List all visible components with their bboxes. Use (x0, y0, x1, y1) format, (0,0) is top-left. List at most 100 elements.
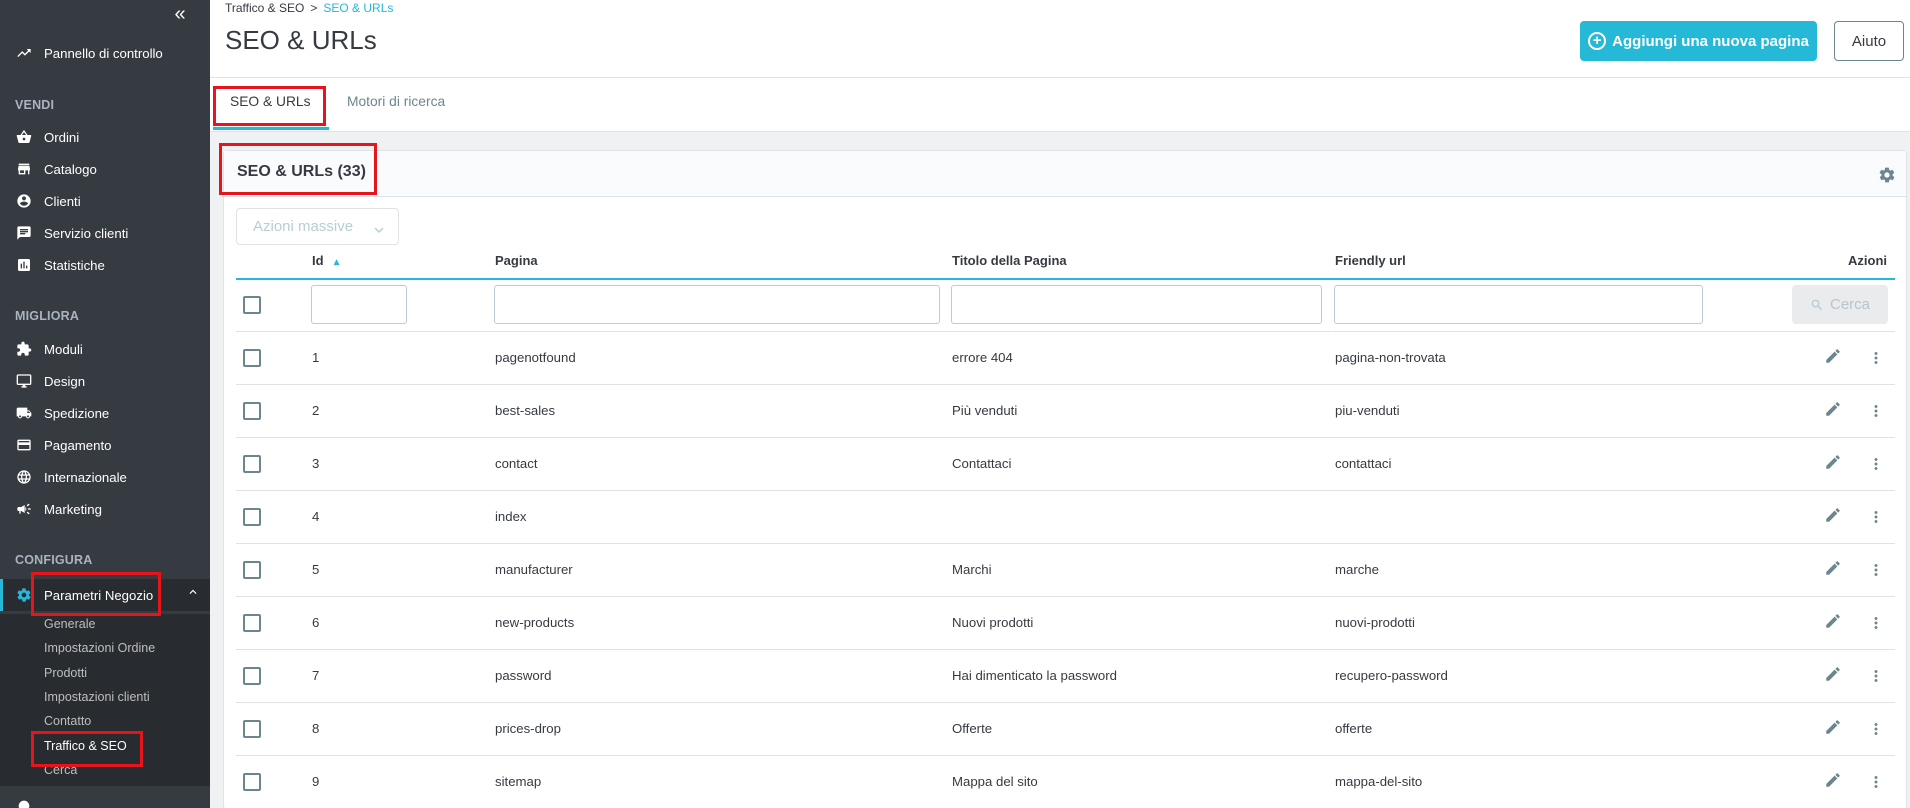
sidebar-item-orders[interactable]: Ordini (0, 123, 210, 151)
sidebar-item-design[interactable]: Design (0, 367, 210, 395)
breadcrumb-parent[interactable]: Traffico & SEO (225, 1, 304, 15)
sidebar-item-advanced[interactable] (0, 796, 210, 808)
select-all-checkbox[interactable] (243, 296, 261, 314)
monitor-icon (15, 372, 33, 390)
submenu-item-contact[interactable]: Contatto (44, 714, 91, 728)
add-page-button-label: Aggiungi una nuova pagina (1612, 32, 1809, 50)
cell-page: sitemap (495, 774, 542, 789)
filter-id-input[interactable] (311, 285, 407, 324)
sort-asc-icon[interactable]: ▲ (332, 257, 342, 268)
submenu-item-search[interactable]: Cerca (44, 763, 77, 777)
more-actions-icon[interactable] (1867, 561, 1885, 579)
cell-friendly-url: pagina-non-trovata (1335, 350, 1446, 365)
cell-page-title: Nuovi prodotti (952, 615, 1034, 630)
more-actions-icon[interactable] (1867, 773, 1885, 791)
column-header-title[interactable]: Titolo della Pagina (952, 253, 1067, 268)
section-improve: MIGLIORA (15, 309, 80, 323)
cell-id: 4 (312, 509, 320, 524)
table-row: 2 best-sales Più venduti piu-venduti (236, 384, 1895, 437)
edit-pencil-icon[interactable] (1824, 400, 1842, 418)
row-checkbox[interactable] (243, 667, 261, 685)
row-checkbox[interactable] (243, 720, 261, 738)
row-checkbox[interactable] (243, 773, 261, 791)
edit-pencil-icon[interactable] (1824, 559, 1842, 577)
grid-settings-gear-icon[interactable] (1878, 166, 1896, 184)
table-row: 4 index (236, 490, 1895, 543)
sidebar-item-customer-service[interactable]: Servizio clienti (0, 219, 210, 247)
chevron-down-icon (374, 222, 384, 233)
search-button[interactable]: Cerca (1792, 285, 1888, 324)
column-header-id[interactable]: Id ▲ (312, 253, 341, 268)
submenu-item-order-settings[interactable]: Impostazioni Ordine (44, 641, 155, 655)
sidebar-item-shop-parameters[interactable]: Parametri Negozio (0, 579, 210, 611)
sidebar-item-label: Parametri Negozio (44, 587, 154, 603)
edit-pencil-icon[interactable] (1824, 612, 1842, 630)
sidebar-item-stats[interactable]: Statistiche (0, 251, 210, 279)
submenu-item-customer-settings[interactable]: Impostazioni clienti (44, 690, 150, 704)
sidebar-item-catalog[interactable]: Catalogo (0, 155, 210, 183)
row-checkbox[interactable] (243, 561, 261, 579)
row-checkbox[interactable] (243, 402, 261, 420)
submenu-item-general[interactable]: Generale (44, 617, 95, 631)
sidebar-item-payment[interactable]: Pagamento (0, 431, 210, 459)
row-checkbox[interactable] (243, 614, 261, 632)
add-page-button[interactable]: + Aggiungi una nuova pagina (1580, 21, 1817, 61)
edit-pencil-icon[interactable] (1824, 718, 1842, 736)
table-row: 5 manufacturer Marchi marche (236, 543, 1895, 596)
column-header-actions: Azioni (1848, 253, 1887, 268)
column-header-friendly-url[interactable]: Friendly url (1335, 253, 1406, 268)
more-actions-icon[interactable] (1867, 349, 1885, 367)
cell-id: 1 (312, 350, 320, 365)
breadcrumb-current[interactable]: SEO & URLs (323, 1, 393, 15)
help-button[interactable]: Aiuto (1834, 21, 1904, 61)
bulk-actions-label: Azioni massive (253, 218, 354, 235)
edit-pencil-icon[interactable] (1824, 665, 1842, 683)
submenu-item-products[interactable]: Prodotti (44, 666, 87, 680)
edit-pencil-icon[interactable] (1824, 771, 1842, 789)
grid-title: SEO & URLs (33) (237, 163, 366, 180)
collapse-sidebar-icon[interactable]: « (168, 4, 192, 26)
tab-seo-urls[interactable]: SEO & URLs (230, 94, 311, 109)
more-actions-icon[interactable] (1867, 667, 1885, 685)
cell-friendly-url: marche (1335, 562, 1379, 577)
filter-page-input[interactable] (494, 285, 940, 324)
more-actions-icon[interactable] (1867, 614, 1885, 632)
cell-friendly-url: recupero-password (1335, 668, 1448, 683)
sidebar-item-international[interactable]: Internazionale (0, 463, 210, 491)
cell-page-title: Hai dimenticato la password (952, 668, 1117, 683)
bulk-actions-dropdown[interactable]: Azioni massive (236, 208, 399, 245)
edit-pencil-icon[interactable] (1824, 347, 1842, 365)
more-actions-icon[interactable] (1867, 720, 1885, 738)
edit-pencil-icon[interactable] (1824, 453, 1842, 471)
sidebar-item-shipping[interactable]: Spedizione (0, 399, 210, 427)
bar-chart-icon (15, 256, 33, 274)
more-actions-icon[interactable] (1867, 402, 1885, 420)
breadcrumb: Traffico & SEO > SEO & URLs (225, 1, 393, 15)
sidebar-item-modules[interactable]: Moduli (0, 335, 210, 363)
cell-id: 6 (312, 615, 320, 630)
sidebar-item-marketing[interactable]: Marketing (0, 495, 210, 523)
cell-id: 3 (312, 456, 320, 471)
cell-page-title: Più venduti (952, 403, 1018, 418)
sidebar: « Pannello di controllo VENDI Ordini Cat… (0, 0, 210, 808)
table-row: 8 prices-drop Offerte offerte (236, 702, 1895, 755)
filter-title-input[interactable] (951, 285, 1322, 324)
row-checkbox[interactable] (243, 455, 261, 473)
column-header-page[interactable]: Pagina (495, 253, 538, 268)
cell-id: 7 (312, 668, 320, 683)
edit-pencil-icon[interactable] (1824, 506, 1842, 524)
cell-page: new-products (495, 615, 575, 630)
sidebar-item-dashboard[interactable]: Pannello di controllo (0, 39, 210, 67)
submenu-item-traffic-seo[interactable]: Traffico & SEO (44, 739, 127, 753)
tab-search-engines[interactable]: Motori di ricerca (347, 94, 445, 109)
filter-friendly-url-input[interactable] (1334, 285, 1703, 324)
page-header: Traffico & SEO > SEO & URLs SEO & URLs + A… (210, 0, 1910, 78)
cell-page: password (495, 668, 552, 683)
row-checkbox[interactable] (243, 508, 261, 526)
sidebar-item-customers[interactable]: Clienti (0, 187, 210, 215)
cell-id: 2 (312, 403, 320, 418)
row-checkbox[interactable] (243, 349, 261, 367)
more-actions-icon[interactable] (1867, 508, 1885, 526)
header-divider (236, 278, 1895, 280)
more-actions-icon[interactable] (1867, 455, 1885, 473)
